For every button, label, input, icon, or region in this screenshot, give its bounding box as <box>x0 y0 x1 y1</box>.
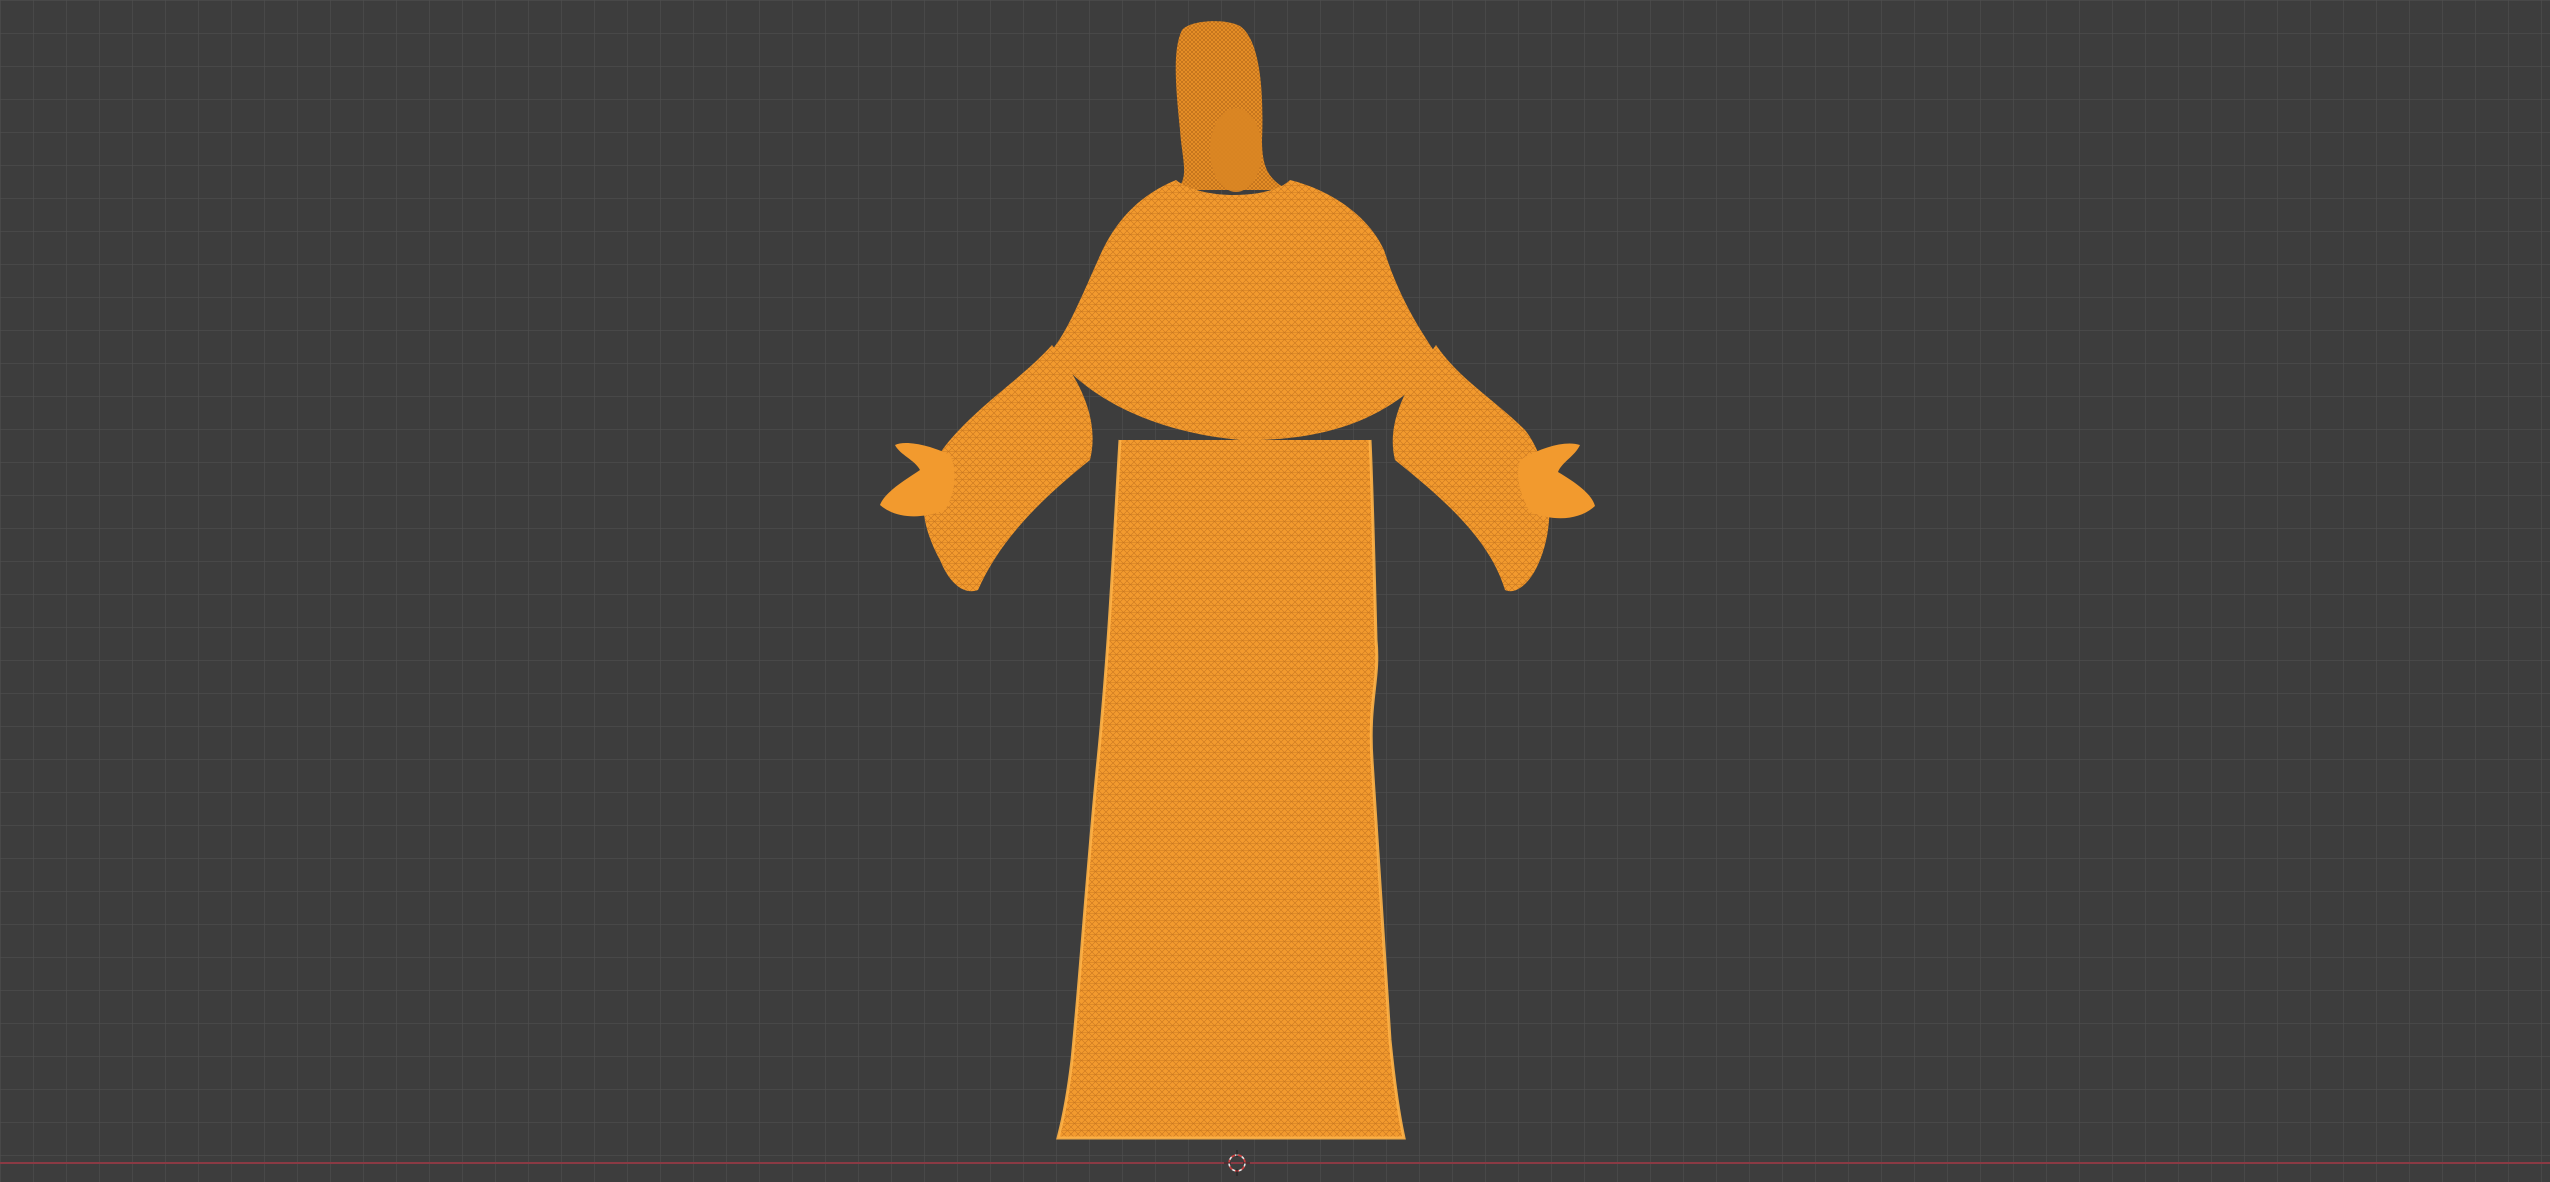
statue-face <box>1210 108 1262 192</box>
statue-robe <box>1058 440 1404 1138</box>
3d-viewport[interactable] <box>0 0 2550 1182</box>
3d-cursor-icon[interactable] <box>1224 1150 1250 1176</box>
statue-cape <box>1052 180 1440 441</box>
selected-statue-mesh[interactable] <box>0 0 2550 1182</box>
statue-left-hand <box>880 443 955 517</box>
